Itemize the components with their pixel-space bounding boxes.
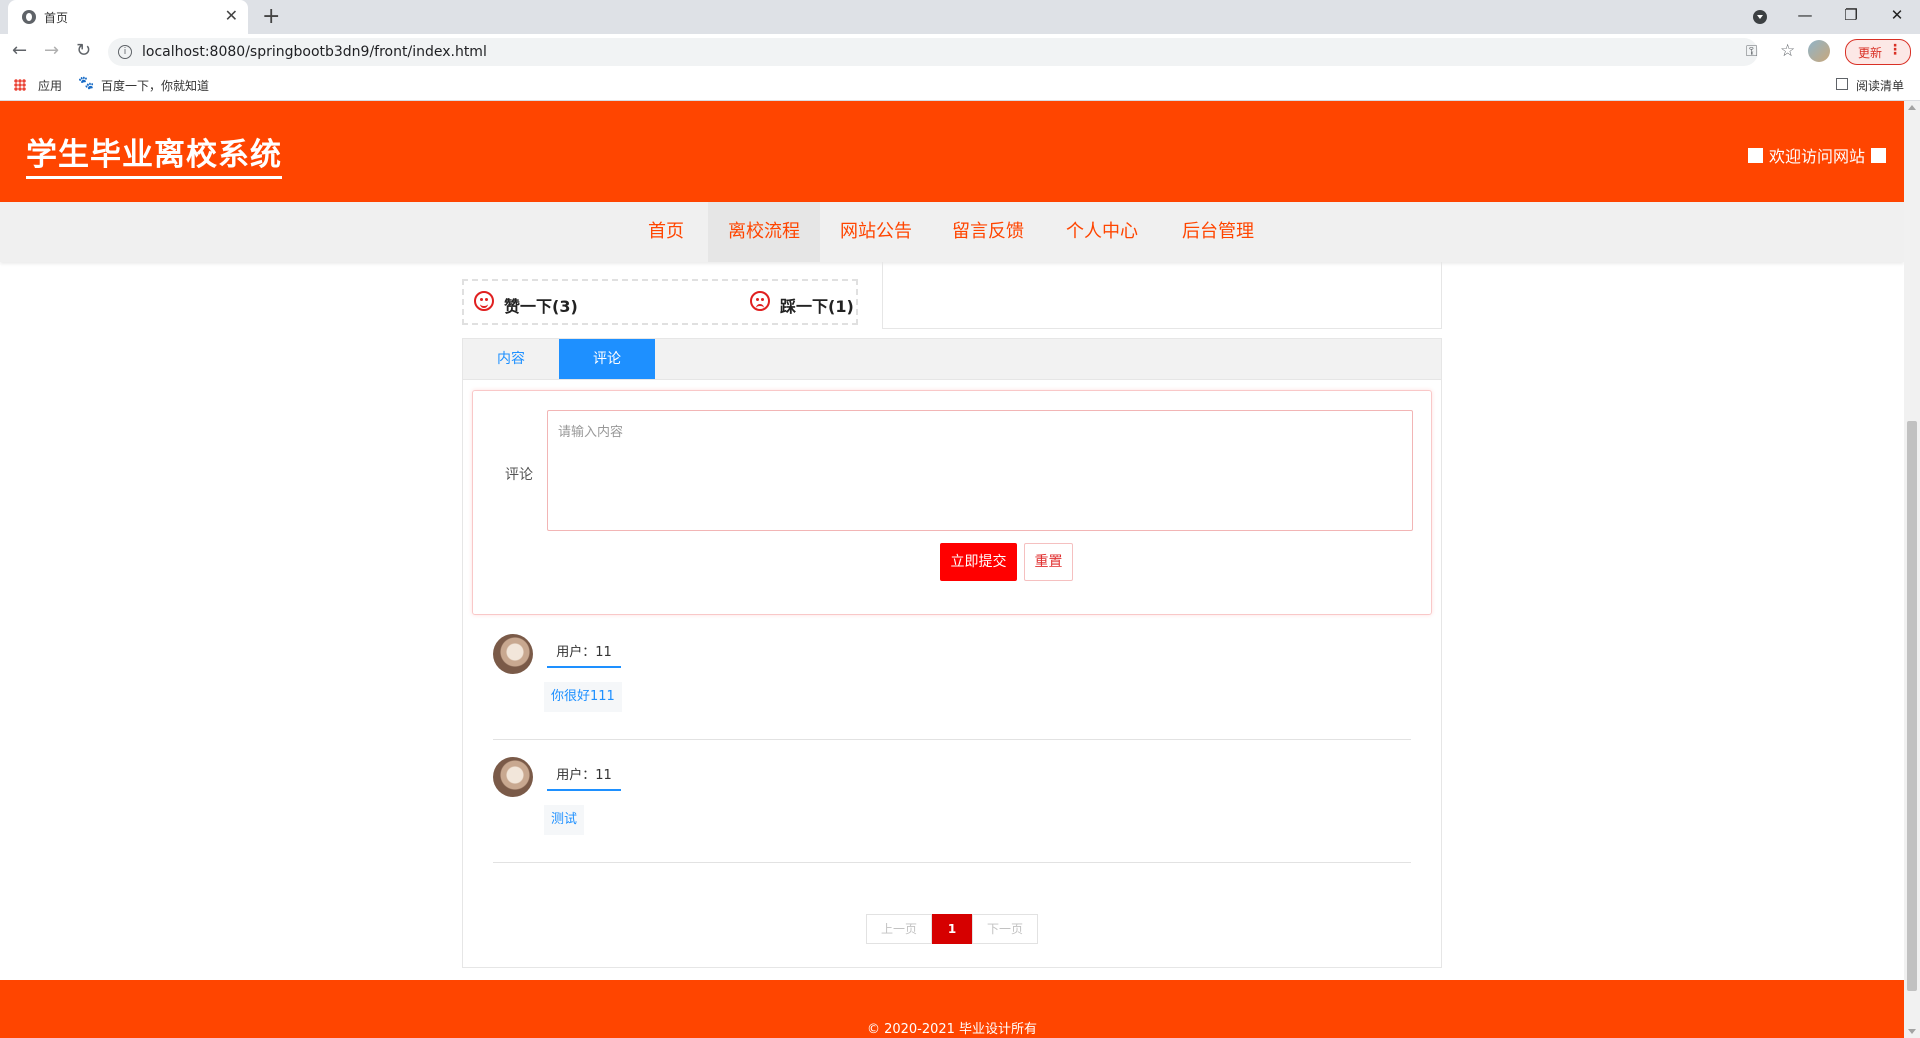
comment-label: 评论 [505,467,533,483]
bookmark-star-icon[interactable]: ☆ [1780,41,1795,61]
url-text[interactable]: localhost:8080/springbootb3dn9/front/ind… [142,44,487,60]
comment-text: 你很好111 [544,682,622,712]
apps-icon[interactable] [14,79,26,91]
next-page-button[interactable]: 下一页 [972,914,1038,944]
bookmark-apps[interactable]: 应用 [38,77,62,94]
globe-icon [22,10,36,24]
reset-button[interactable]: 重置 [1024,543,1073,581]
tab-search-icon[interactable] [1753,10,1767,24]
comment-user: 用户：11 [547,638,621,668]
nav-home[interactable]: 首页 [628,202,704,262]
minimize-icon[interactable]: — [1790,5,1820,25]
vote-box: 赞一下(3) 踩一下(1) [462,279,858,325]
nav-notice[interactable]: 网站公告 [828,202,924,262]
new-tab-icon[interactable]: + [262,4,280,30]
back-icon[interactable]: ← [12,41,27,61]
scroll-up-icon[interactable] [1908,105,1916,110]
comment-item: 用户：11 测试 [493,739,1411,863]
baidu-icon: 🐾 [78,76,95,91]
page-scrollbar[interactable] [1904,101,1920,1038]
smile-icon[interactable] [474,291,494,311]
site-title[interactable]: 学生毕业离校系统 [26,129,282,179]
comment-form: 评论 立即提交 重置 [472,390,1432,615]
copyright: © 2020-2021 毕业设计所有 [866,1022,1038,1037]
avatar[interactable] [1808,40,1830,62]
comment-input[interactable] [547,410,1413,531]
comment-item: 用户：11 你很好111 [493,616,1411,740]
info-icon[interactable]: i [118,45,132,59]
update-label: 更新 [1858,46,1883,60]
avatar [493,757,533,797]
forward-icon[interactable]: → [44,41,59,61]
more-icon: ⋮ [1888,42,1902,58]
bookmark-baidu[interactable]: 百度一下，你就知道 [101,77,209,94]
key-icon[interactable]: ⚿ [1746,42,1757,60]
tab-header: 内容 评论 [463,339,1441,380]
tab-content[interactable]: 内容 [463,339,559,379]
tab-comment[interactable]: 评论 [559,339,655,379]
tab-panel: 内容 评论 评论 立即提交 重置 用户：11 你很好111 用户：11 测试 上… [462,338,1442,968]
comment-user: 用户：11 [547,761,621,791]
scroll-down-icon[interactable] [1908,1029,1916,1034]
nav-feedback[interactable]: 留言反馈 [940,202,1036,262]
nav-personal[interactable]: 个人中心 [1054,202,1150,262]
scroll-thumb[interactable] [1907,421,1917,991]
restore-icon[interactable]: ❐ [1836,5,1866,25]
browser-tabbar: 首页 ✕ + — ❐ ✕ [0,0,1920,34]
prev-page-button[interactable]: 上一页 [866,914,932,944]
tab-title: 首页 [44,11,69,25]
current-page-button[interactable]: 1 [932,914,972,944]
close-tab-icon[interactable]: ✕ [225,6,238,26]
square-icon [1871,147,1886,163]
browser-tab[interactable]: 首页 ✕ [8,0,248,34]
site-footer: © 2020-2021 毕业设计所有 [0,980,1904,1038]
reading-list[interactable]: 阅读清单 [1856,77,1904,94]
nav-admin[interactable]: 后台管理 [1170,202,1266,262]
welcome-text: 欢迎访问网站 [1768,147,1865,166]
site-header: 学生毕业离校系统 欢迎访问网站 [0,101,1904,202]
submit-button[interactable]: 立即提交 [940,543,1017,581]
avatar [493,634,533,674]
like-button[interactable]: 赞一下(3) [504,293,578,317]
pagination: 上一页 1 下一页 [866,914,1038,944]
page-viewport: 学生毕业离校系统 欢迎访问网站 首页 离校流程 网站公告 留言反馈 个人中心 后… [0,101,1904,1038]
dislike-button[interactable]: 踩一下(1) [780,293,854,317]
address-bar: ← → ↻ i localhost:8080/springbootb3dn9/f… [0,34,1920,70]
comment-text: 测试 [544,805,585,835]
main-nav: 首页 离校流程 网站公告 留言反馈 个人中心 后台管理 [0,202,1904,262]
update-button[interactable]: 更新 ⋮ [1845,39,1911,65]
url-field[interactable]: i localhost:8080/springbootb3dn9/front/i… [108,38,1795,66]
reload-icon[interactable]: ↻ [76,41,91,61]
welcome-banner: 欢迎访问网站 [1747,143,1886,167]
frown-icon[interactable] [750,291,770,311]
detail-side-box [882,262,1442,329]
square-icon [1747,147,1763,163]
bookmarks-bar: 应用 🐾 百度一下，你就知道 阅读清单 [0,70,1920,101]
nav-process[interactable]: 离校流程 [708,202,820,262]
reading-list-icon[interactable] [1836,78,1848,90]
window-close-icon[interactable]: ✕ [1882,5,1912,25]
